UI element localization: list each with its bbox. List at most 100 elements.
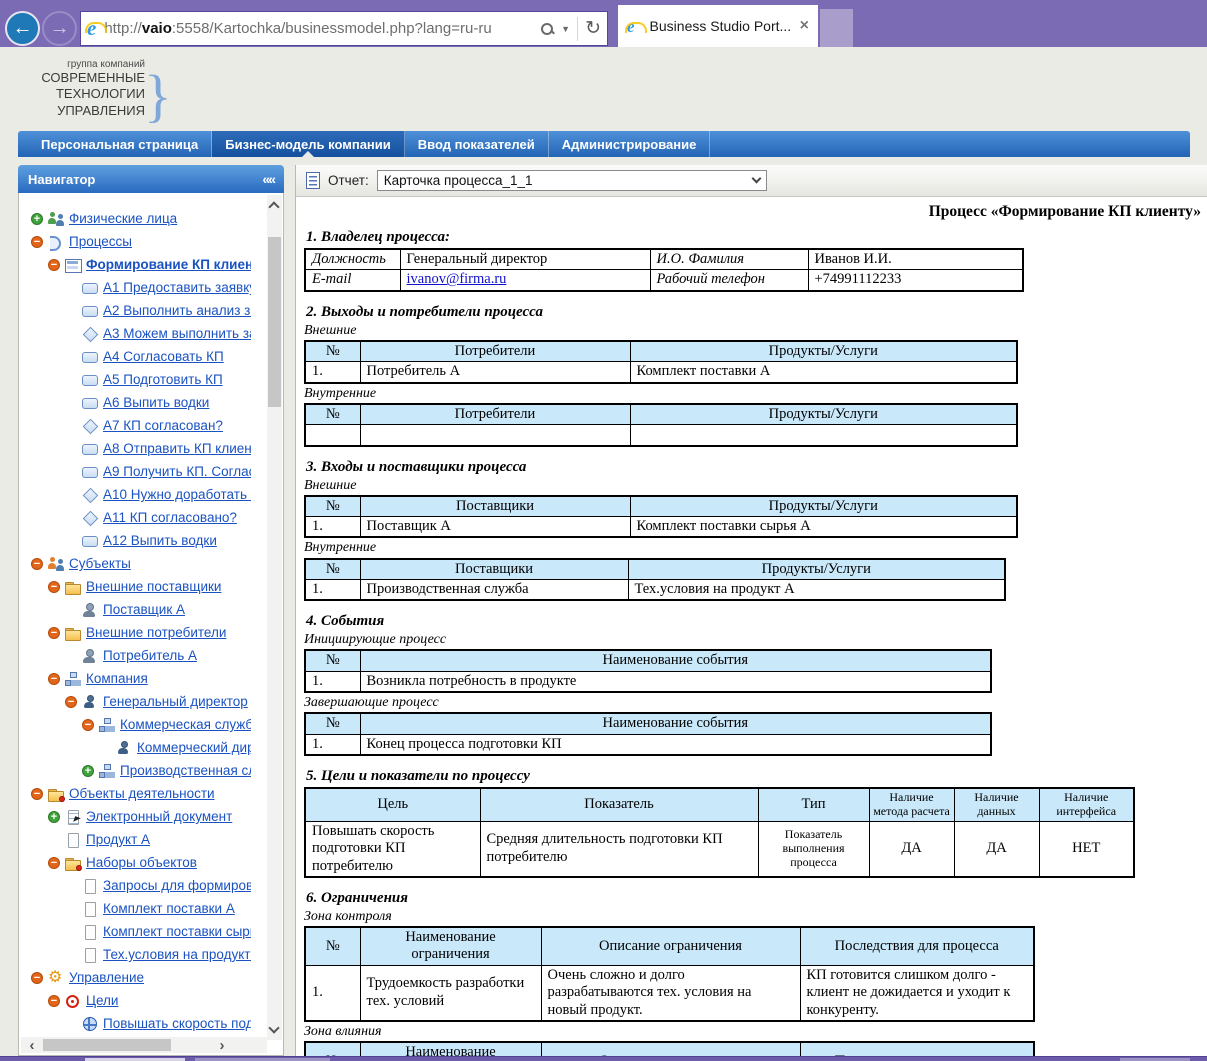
tree-item[interactable]: Повышать скорость подготовки КП [19,1012,251,1035]
scroll-left-icon[interactable]: ‹ [21,1037,43,1054]
tree-toggle-icon[interactable] [31,972,43,984]
tree-item[interactable]: Запросы для формирования КП [19,874,251,897]
tree-toggle-icon[interactable] [31,788,43,800]
tree-toggle-icon[interactable] [48,627,60,639]
tree-item-label[interactable]: Генеральный директор [103,694,248,709]
tree-item[interactable]: A10 Нужно доработать КП? [19,483,251,506]
tree-item[interactable]: Внешние потребители [19,621,251,644]
tree-toggle-icon[interactable] [31,558,43,570]
tree-toggle-icon[interactable] [31,213,43,225]
tree-item-label[interactable]: Повышать скорость подготовки КП [103,1016,251,1031]
tree-item[interactable]: Комплект поставки А [19,897,251,920]
tree-item-label[interactable]: Комплект поставки сырья А [103,924,251,939]
tree-item[interactable]: A9 Получить КП. Согласовать КП [19,460,251,483]
tree-item[interactable]: A2 Выполнить анализ заявки [19,299,251,322]
search-icon[interactable] [540,22,554,36]
forward-button[interactable]: → [42,11,77,46]
tree-item[interactable]: A8 Отправить КП клиенту [19,437,251,460]
tree-item-label[interactable]: A10 Нужно доработать КП? [103,487,251,502]
tree-item-label[interactable]: A6 Выпить водки [103,395,209,410]
tree-item-label[interactable]: A7 КП согласован? [103,418,223,433]
tree-item[interactable]: Наборы объектов [19,851,251,874]
tree-item[interactable]: A11 КП согласовано? [19,506,251,529]
tab-close-icon[interactable]: × [800,17,809,35]
tree-item[interactable]: Тех.условия на продукт А [19,943,251,966]
tree-item[interactable]: Продукт А [19,828,251,851]
tree-item[interactable]: Цели [19,989,251,1012]
tree-item-label[interactable]: A4 Согласовать КП [103,349,224,364]
tree-toggle-icon[interactable] [48,673,60,685]
tree-item-label[interactable]: Коммерческая служба [120,717,251,732]
tree-item-label[interactable]: A2 Выполнить анализ заявки [103,303,251,318]
tree-horizontal-scrollbar[interactable]: ‹ › [21,1037,267,1053]
tree-item-label[interactable]: Управление [69,970,144,985]
refresh-icon[interactable]: ↻ [585,19,601,38]
tree-item-label[interactable]: Потребитель А [103,648,197,663]
tree-item-label[interactable]: A5 Подготовить КП [103,372,223,387]
tree-toggle-icon[interactable] [65,696,77,708]
nav-tab[interactable]: Персональная страница [28,131,212,157]
tree-toggle-icon[interactable] [82,719,94,731]
tree-item[interactable]: A1 Предоставить заявку на прод [19,276,251,299]
report-select[interactable]: Карточка процесса_1_1 [377,170,767,191]
tree-toggle-icon[interactable] [48,995,60,1007]
search-dropdown-icon[interactable]: ▼ [561,24,570,34]
tree-item[interactable]: Производственная служба [19,759,251,782]
tree-item[interactable]: Коммерческая служба [19,713,251,736]
tree-toggle-icon[interactable] [48,581,60,593]
nav-tab[interactable]: Бизнес-модель компании [212,131,404,157]
tree-item[interactable]: Физические лица [19,207,251,230]
tree-toggle-icon[interactable] [48,857,60,869]
nav-tab[interactable]: Ввод показателей [405,131,549,157]
tree-item-label[interactable]: Электронный документ [86,809,232,824]
tree-item[interactable]: Процессы [19,230,251,253]
tree-item[interactable]: Генеральный директор [19,690,251,713]
vertical-scroll-thumb[interactable] [268,237,281,407]
tree-item-label[interactable]: Продукт А [86,832,150,847]
nav-tab[interactable]: Администрирование [549,131,711,157]
tree-toggle-icon[interactable] [82,765,94,777]
collapse-icon[interactable]: «« [262,171,274,187]
owner-email-link[interactable]: ivanov@firma.ru [407,271,507,287]
tree-item[interactable]: A4 Согласовать КП [19,345,251,368]
tree-item-label[interactable]: Запросы для формирования КП [103,878,251,893]
tree-item-label[interactable]: Внешние потребители [86,625,226,640]
tree-item-label[interactable]: Производственная служба [120,763,251,778]
tree-item-label[interactable]: Формирование КП клиенту [86,257,251,272]
tree-item[interactable]: A12 Выпить водки [19,529,251,552]
tree-toggle-icon[interactable] [48,259,60,271]
tree-item-label[interactable]: A9 Получить КП. Согласовать КП [103,464,251,479]
new-tab-stub[interactable] [820,9,853,47]
scroll-up-icon[interactable] [268,201,279,212]
scroll-down-icon[interactable] [268,1022,279,1033]
tree-item[interactable]: Коммерческий директор [19,736,251,759]
tree-item-label[interactable]: Наборы объектов [86,855,197,870]
tree-item-label[interactable]: Физические лица [69,211,177,226]
tree-item-label[interactable]: Субъекты [69,556,131,571]
tree-item[interactable]: A5 Подготовить КП [19,368,251,391]
address-bar[interactable]: e http://vaio:5558/Kartochka/businessmod… [80,11,608,46]
tree-item[interactable]: Управление [19,966,251,989]
tree-item-label[interactable]: Комплект поставки А [103,901,235,916]
tree-toggle-icon[interactable] [48,811,60,823]
tree-item[interactable]: Потребитель А [19,644,251,667]
tree-item[interactable]: Поставщик А [19,598,251,621]
tree-item-label[interactable]: Коммерческий директор [137,740,251,755]
tree-item[interactable]: A7 КП согласован? [19,414,251,437]
tree-item-label[interactable]: A12 Выпить водки [103,533,217,548]
tree-item[interactable]: Субъекты [19,552,251,575]
tree-item[interactable]: Формирование КП клиенту [19,253,251,276]
tree-item-label[interactable]: A11 КП согласовано? [103,510,237,525]
tree-vertical-scrollbar[interactable] [267,195,282,1040]
tree-item-label[interactable]: Компания [86,671,148,686]
tree-item[interactable]: A3 Можем выполнить заявку? [19,322,251,345]
tree-item-label[interactable]: A1 Предоставить заявку на прод [103,280,251,295]
tree-item-label[interactable]: Поставщик А [103,602,185,617]
tree-item-label[interactable]: Внешние поставщики [86,579,221,594]
tree-item-label[interactable]: A3 Можем выполнить заявку? [103,326,251,341]
tree-item-label[interactable]: Тех.условия на продукт А [103,947,251,962]
tree-item[interactable]: Внешние поставщики [19,575,251,598]
scroll-right-icon[interactable]: › [211,1037,233,1054]
tree-item-label[interactable]: Цели [86,993,118,1008]
tree-item[interactable]: Электронный документ [19,805,251,828]
